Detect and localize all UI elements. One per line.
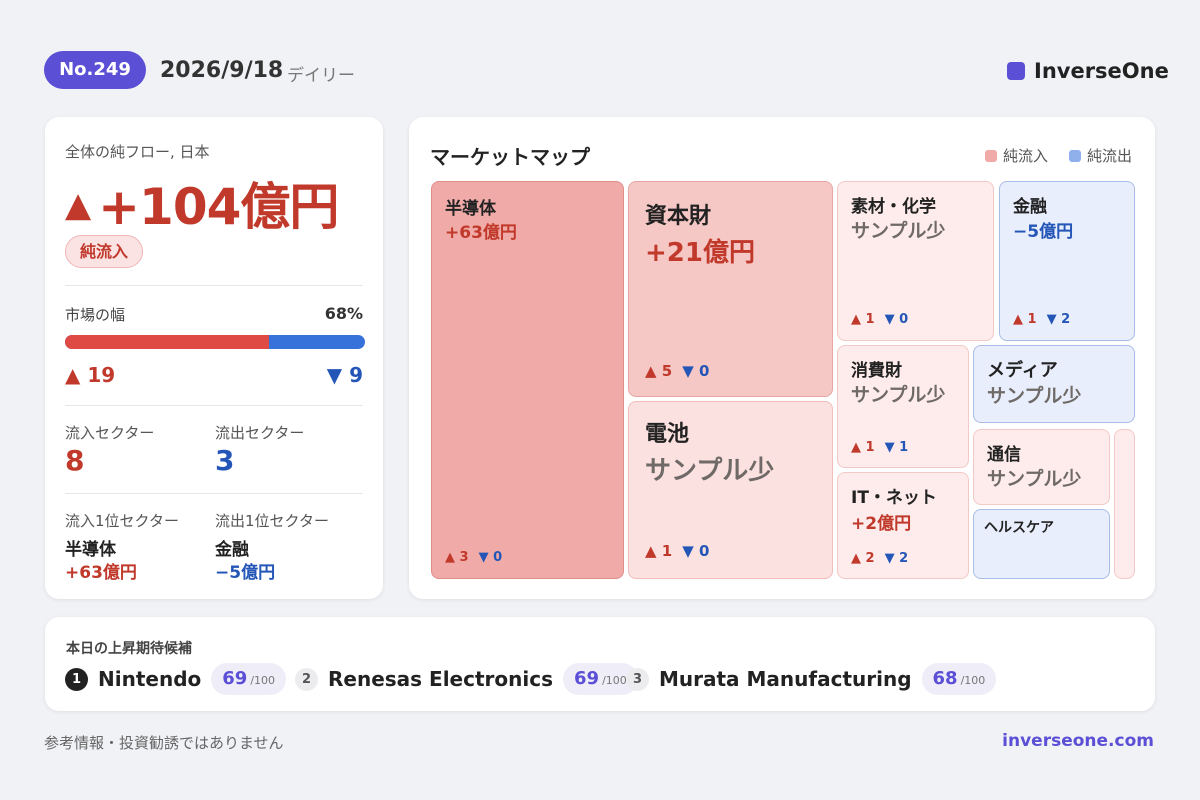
top-inflow-value: +63億円 — [65, 563, 137, 583]
legend-inflow: 純流入 — [985, 145, 1048, 166]
tile-it-internet[interactable]: IT・ネット +2億円 ▲ 2 ▼ 2 — [837, 472, 969, 579]
inflow-sectors-label: 流入セクター — [65, 424, 155, 442]
up-triangle-icon: ▲ — [65, 185, 91, 225]
brand-logo-icon — [1007, 62, 1025, 80]
tile-healthcare[interactable]: ヘルスケア — [973, 509, 1110, 579]
candidate-item[interactable]: 3 Murata Manufacturing 68/100 — [626, 663, 997, 695]
top-outflow-label: 流出1位セクター — [215, 512, 329, 530]
tile-capital-goods[interactable]: 資本財 +21億円 ▲ 5 ▼ 0 — [628, 181, 833, 397]
net-flow-amount: +104億円 — [98, 178, 339, 236]
brand-name: InverseOne — [1034, 59, 1169, 83]
outflow-sectors-label: 流出セクター — [215, 424, 305, 442]
net-flow-label: 全体の純フロー, 日本 — [65, 143, 210, 161]
divider — [65, 493, 363, 494]
breadth-bar-fill — [65, 335, 269, 349]
divider — [65, 285, 363, 286]
net-flow-value: ▲ +104億円 — [65, 167, 339, 239]
candidate-item[interactable]: 1 Nintendo 69/100 — [65, 663, 287, 695]
breadth-label: 市場の幅 — [65, 306, 126, 324]
issue-badge: No.249 — [44, 51, 146, 89]
tile-batteries[interactable]: 電池 サンプル少 ▲ 1 ▼ 0 — [628, 401, 833, 579]
score-badge: 68/100 — [921, 663, 997, 695]
top-inflow-label: 流入1位セクター — [65, 512, 179, 530]
top-outflow-sector: 金融 — [215, 540, 249, 560]
breadth-percent: 68% — [324, 304, 363, 323]
site-link[interactable]: inverseone.com — [1002, 731, 1154, 751]
candidate-name: Renesas Electronics — [328, 667, 553, 691]
candidate-name: Murata Manufacturing — [659, 667, 912, 691]
tile-finance[interactable]: 金融 −5億円 ▲ 1 ▼ 2 — [999, 181, 1135, 341]
candidate-item[interactable]: 2 Renesas Electronics 69/100 — [295, 663, 638, 695]
candidates-title: 本日の上昇期待候補 — [66, 641, 192, 657]
legend-outflow: 純流出 — [1069, 145, 1132, 166]
advancers-count: ▲ 19 — [65, 363, 116, 387]
top-outflow-value: −5億円 — [215, 563, 276, 583]
top-inflow-sector: 半導体 — [65, 540, 116, 560]
tile-telecom[interactable]: 通信 サンプル少 — [973, 429, 1110, 505]
tile-materials-chemicals[interactable]: 素材・化学 サンプル少 ▲ 1 ▼ 0 — [837, 181, 994, 341]
divider — [65, 405, 363, 406]
market-map-card: マーケットマップ 純流入 純流出 半導体 +63億円 ▲ 3 ▼ 0 資本財 +2… — [409, 117, 1155, 599]
rank-badge: 2 — [295, 667, 318, 691]
tile-unlabeled[interactable] — [1114, 429, 1135, 579]
breadth-bar — [65, 335, 365, 349]
tile-media[interactable]: メディア サンプル少 — [973, 345, 1135, 423]
candidate-name: Nintendo — [98, 667, 202, 691]
report-frequency: デイリー — [287, 66, 355, 86]
report-date: 2026/9/18 — [160, 58, 284, 83]
disclaimer: 参考情報・投資勧誘ではありません — [44, 734, 284, 752]
candidates-card: 本日の上昇期待候補 1 Nintendo 69/100 2 Renesas El… — [45, 617, 1155, 711]
tile-consumer-goods[interactable]: 消費財 サンプル少 ▲ 1 ▼ 1 — [837, 345, 969, 468]
tile-semiconductors[interactable]: 半導体 +63億円 ▲ 3 ▼ 0 — [431, 181, 624, 579]
rank-badge: 1 — [65, 667, 88, 691]
decliners-count: ▼ 9 — [326, 363, 363, 387]
rank-badge: 3 — [626, 667, 649, 691]
summary-card: 全体の純フロー, 日本 ▲ +104億円 純流入 市場の幅 68% ▲ 19 ▼ … — [45, 117, 383, 599]
net-inflow-badge: 純流入 — [65, 235, 144, 268]
score-badge: 69/100 — [211, 663, 287, 695]
inflow-sectors-count: 8 — [65, 444, 85, 477]
market-map-title: マーケットマップ — [430, 145, 590, 169]
outflow-sectors-count: 3 — [215, 444, 235, 477]
